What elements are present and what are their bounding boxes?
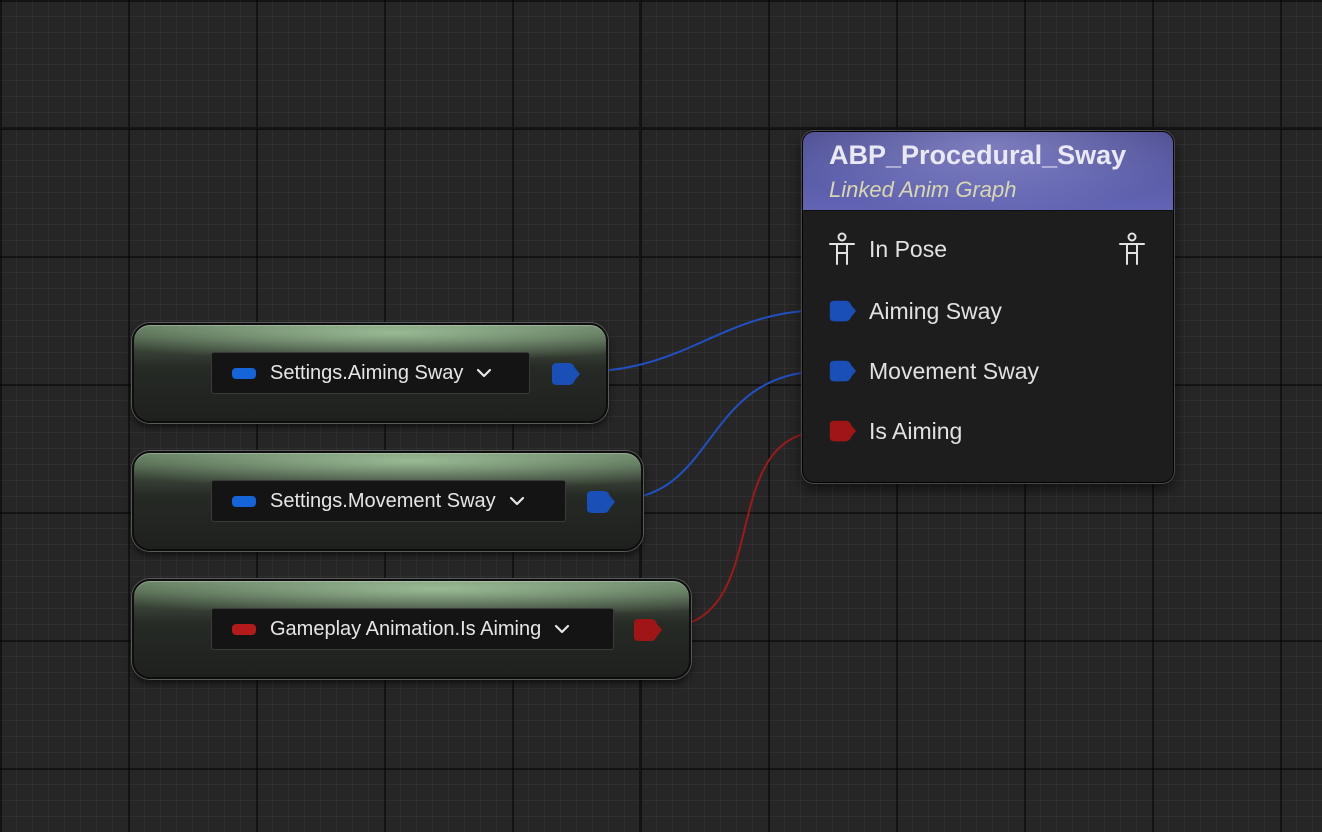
variable-node-movement-sway[interactable]: Settings.Movement Sway [132, 451, 643, 551]
node-title: ABP_Procedural_Sway [829, 140, 1127, 170]
float-input-pin[interactable] [827, 356, 857, 386]
wire-aiming-sway[interactable] [577, 309, 827, 373]
pin-label: Is Aiming [869, 417, 963, 444]
pin-row-movement-sway: Movement Sway [827, 353, 1039, 389]
bool-type-pill [232, 623, 256, 635]
float-type-pill [232, 367, 256, 379]
float-input-pin[interactable] [827, 296, 857, 326]
float-type-pill [232, 495, 256, 507]
variable-node-is-aiming[interactable]: Gameplay Animation.Is Aiming [132, 579, 691, 679]
float-output-pin[interactable] [584, 490, 616, 514]
node-subtitle: Linked Anim Graph [829, 177, 1017, 202]
chevron-down-icon[interactable] [508, 492, 526, 510]
pose-icon[interactable] [827, 232, 857, 265]
pin-label: Movement Sway [869, 357, 1040, 384]
variable-selector-is-aiming[interactable]: Gameplay Animation.Is Aiming [211, 608, 614, 650]
variable-label: Gameplay Animation.Is Aiming [270, 617, 542, 640]
linked-anim-graph-node[interactable]: ABP_Procedural_Sway Linked Anim Graph In… [802, 131, 1174, 483]
chevron-down-icon[interactable] [553, 620, 571, 638]
pin-row-is-aiming: Is Aiming [827, 413, 962, 449]
chevron-down-icon[interactable] [475, 364, 493, 382]
variable-node-aiming-sway[interactable]: Settings.Aiming Sway [132, 323, 608, 423]
node-header[interactable]: ABP_Procedural_Sway Linked Anim Graph [803, 132, 1173, 211]
variable-label: Settings.Aiming Sway [270, 361, 464, 384]
variable-selector-aiming-sway[interactable]: Settings.Aiming Sway [211, 352, 530, 394]
bool-output-pin[interactable] [631, 618, 663, 642]
pin-row-aiming-sway: Aiming Sway [827, 293, 1002, 329]
float-output-pin[interactable] [549, 362, 581, 386]
pose-output-icon[interactable] [1117, 232, 1147, 266]
variable-selector-movement-sway[interactable]: Settings.Movement Sway [211, 480, 566, 522]
wire-movement-sway[interactable] [612, 370, 827, 501]
pin-row-in-pose: In Pose [827, 231, 947, 267]
pin-label: In Pose [869, 235, 947, 262]
variable-label: Settings.Movement Sway [270, 489, 496, 512]
pin-label: Aiming Sway [869, 297, 1002, 324]
bool-input-pin[interactable] [827, 416, 857, 446]
